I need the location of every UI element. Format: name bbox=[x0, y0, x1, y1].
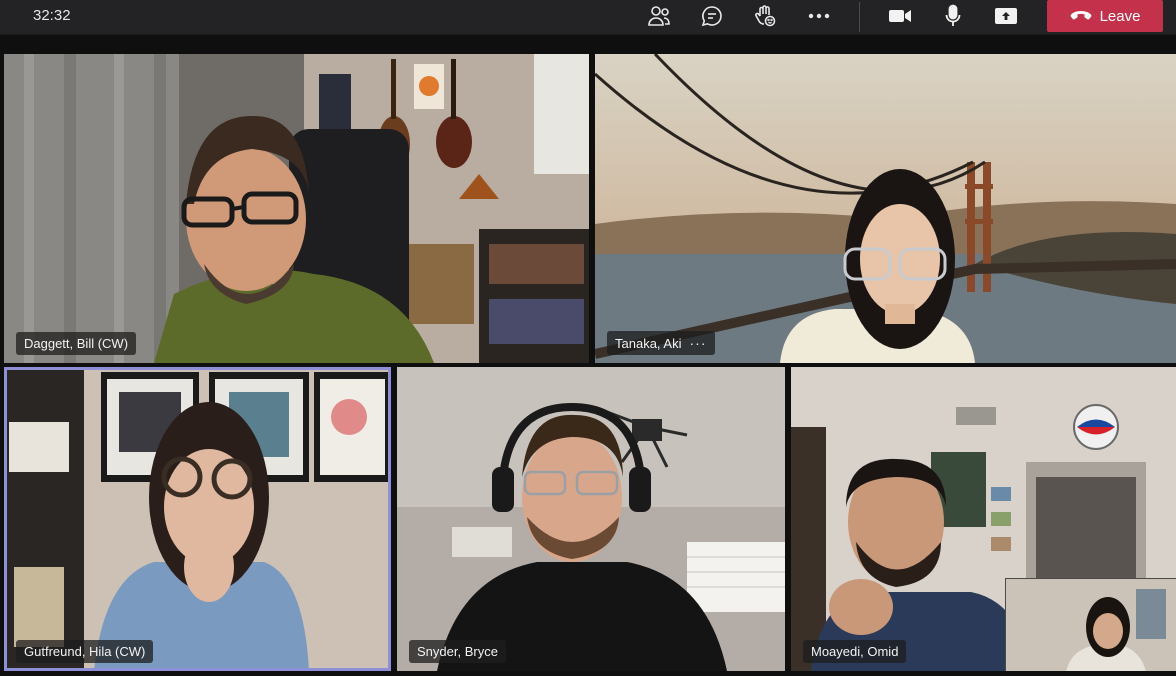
more-actions-button[interactable] bbox=[803, 2, 835, 30]
participant-name-tag: Gutfreund, Hila (CW) bbox=[16, 640, 154, 663]
participant-options-button[interactable]: ··· bbox=[690, 335, 707, 351]
video-tile-tanaka[interactable]: Tanaka, Aki ··· bbox=[595, 54, 1176, 363]
participant-name: Gutfreund, Hila (CW) bbox=[24, 644, 146, 659]
participant-name: Snyder, Bryce bbox=[417, 644, 498, 659]
toolbar-divider bbox=[859, 2, 860, 32]
participant-name: Daggett, Bill (CW) bbox=[24, 336, 129, 351]
participant-name-tag: Moayedi, Omid bbox=[803, 640, 907, 663]
video-feed-snyder bbox=[397, 367, 785, 671]
video-tile-snyder[interactable]: Snyder, Bryce bbox=[397, 367, 785, 671]
hang-up-icon bbox=[1070, 10, 1092, 22]
camera-button[interactable] bbox=[884, 2, 916, 30]
participant-name-tag: Tanaka, Aki ··· bbox=[607, 331, 715, 355]
participant-name-tag: Snyder, Bryce bbox=[409, 640, 506, 663]
leave-button[interactable]: Leave bbox=[1047, 0, 1163, 32]
participant-name-tag: Daggett, Bill (CW) bbox=[16, 332, 137, 355]
microphone-icon bbox=[944, 4, 962, 28]
self-view-feed bbox=[1006, 579, 1176, 671]
raise-hand-icon bbox=[753, 4, 777, 28]
chat-button[interactable] bbox=[696, 2, 728, 30]
participant-name: Moayedi, Omid bbox=[811, 644, 899, 659]
share-screen-icon bbox=[994, 6, 1018, 26]
microphone-button[interactable] bbox=[937, 2, 969, 30]
share-screen-button[interactable] bbox=[990, 2, 1022, 30]
video-tile-moayedi[interactable]: Moayedi, Omid bbox=[791, 367, 1176, 671]
video-tile-daggett[interactable]: Daggett, Bill (CW) bbox=[4, 54, 589, 363]
video-feed-daggett bbox=[4, 54, 589, 363]
leave-label: Leave bbox=[1099, 7, 1141, 25]
participant-name: Tanaka, Aki bbox=[615, 335, 682, 351]
video-tile-gutfreund[interactable]: Gutfreund, Hila (CW) bbox=[4, 367, 391, 671]
meeting-toolbar: 32:32 Leave bbox=[0, 0, 1176, 35]
call-timer: 32:32 bbox=[33, 7, 71, 24]
participants-button[interactable] bbox=[643, 2, 675, 30]
participants-icon bbox=[647, 5, 671, 27]
self-view-preview[interactable] bbox=[1005, 578, 1176, 671]
reactions-button[interactable] bbox=[749, 2, 781, 30]
camera-icon bbox=[888, 7, 912, 25]
more-actions-icon bbox=[808, 13, 830, 19]
chat-icon bbox=[700, 4, 724, 28]
video-feed-tanaka bbox=[595, 54, 1176, 363]
video-feed-gutfreund bbox=[4, 367, 391, 671]
